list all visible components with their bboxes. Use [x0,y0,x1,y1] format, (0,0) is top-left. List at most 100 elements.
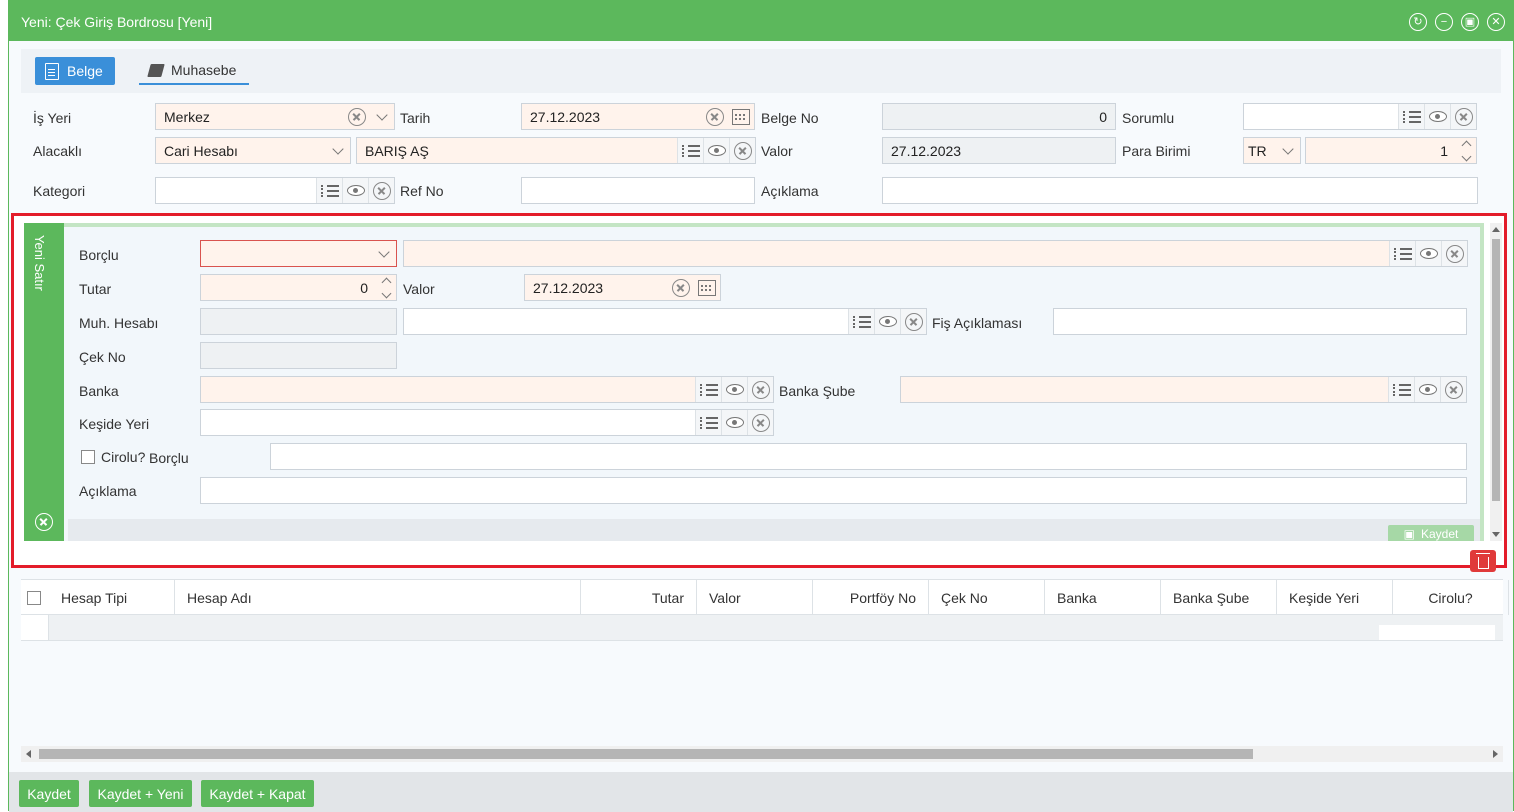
tab-bar: Belge Muhasebe [21,49,1501,93]
detail-valor-date-field[interactable]: 27.12.2023 [524,274,721,301]
valor-value: 27.12.2023 [891,142,962,159]
select-all-checkbox[interactable] [27,590,41,605]
clear-icon[interactable] [344,104,370,129]
valor-label: Valor [761,143,793,159]
clear-icon[interactable] [1441,241,1467,266]
aciklama-input[interactable] [882,177,1478,204]
banka-sube-lookup[interactable] [900,376,1467,403]
keside-yeri-lookup[interactable] [200,409,774,436]
belge-no-label: Belge No [761,110,819,126]
eye-icon[interactable] [342,178,368,203]
eye-icon[interactable] [703,138,729,163]
borclu-type-select[interactable] [200,240,397,267]
muh-hesabi-code-field [200,308,397,335]
detail-vertical-scrollbar[interactable] [1490,223,1502,541]
clear-icon[interactable] [729,138,755,163]
col-portfoy-no[interactable]: Portföy No [813,580,929,615]
alacakli-label: Alacaklı [33,143,83,159]
detail-save-button[interactable]: ▣ Kaydet [1388,525,1474,541]
cirolu-borclu-input[interactable] [270,443,1467,470]
para-birimi-label: Para Birimi [1122,143,1191,159]
tarih-date-field[interactable]: 27.12.2023 [521,103,755,130]
para-birimi-select[interactable]: TR [1243,137,1301,164]
clear-icon[interactable] [368,178,394,203]
list-icon[interactable] [1389,241,1415,266]
is-yeri-select[interactable]: Merkez [155,103,395,130]
tutar-label: Tutar [79,281,112,297]
close-icon[interactable]: ✕ [1487,13,1505,31]
cirolu-label: Cirolu? [101,449,146,465]
new-row-side-strip: Yeni Satır [24,223,64,541]
sorumlu-label: Sorumlu [1122,110,1175,126]
eye-icon[interactable] [721,410,747,435]
window-title: Yeni: Çek Giriş Bordrosu [Yeni] [21,14,213,30]
refresh-icon[interactable]: ↻ [1409,13,1427,31]
save-icon: ▣ [1403,527,1415,541]
calendar-icon[interactable] [694,275,720,300]
alacakli-type-select[interactable]: Cari Hesabı [155,137,351,164]
eye-icon[interactable] [1414,377,1440,402]
chevron-down-icon[interactable] [370,104,394,129]
spinner-icon[interactable] [1456,138,1476,163]
tab-muhasebe[interactable]: Muhasebe [139,57,249,85]
clear-icon[interactable] [747,377,773,402]
kategori-lookup[interactable] [155,177,395,204]
kur-stepper[interactable]: 1 [1305,137,1477,164]
close-row-icon[interactable] [35,513,53,531]
grid-horizontal-scrollbar[interactable] [21,746,1503,762]
col-keside-yeri[interactable]: Keşide Yeri [1277,580,1393,615]
cirolu-checkbox[interactable] [81,450,95,464]
tab-belge[interactable]: Belge [35,57,115,85]
col-cek-no[interactable]: Çek No [929,580,1045,615]
calendar-icon[interactable] [728,104,754,129]
save-button[interactable]: Kaydet [19,780,79,807]
chevron-down-icon[interactable] [1276,138,1300,163]
list-icon[interactable] [1398,104,1424,129]
list-icon[interactable] [848,309,874,334]
fis-aciklamasi-input[interactable] [1053,308,1467,335]
eye-icon[interactable] [1424,104,1450,129]
list-icon[interactable] [316,178,342,203]
list-icon[interactable] [695,410,721,435]
cirolu-filter-cell[interactable] [1379,625,1495,640]
detail-aciklama-input[interactable] [200,477,1467,504]
clear-icon[interactable] [702,104,728,129]
list-icon[interactable] [695,377,721,402]
tarih-value: 27.12.2023 [530,108,601,125]
col-cirolu[interactable]: Cirolu? [1393,580,1509,615]
eye-icon[interactable] [721,377,747,402]
save-close-button[interactable]: Kaydet + Kapat [201,780,314,807]
clear-icon[interactable] [668,275,694,300]
clear-icon[interactable] [747,410,773,435]
col-banka[interactable]: Banka [1045,580,1161,615]
col-tutar[interactable]: Tutar [581,580,697,615]
eye-icon[interactable] [874,309,900,334]
clear-icon[interactable] [1440,377,1466,402]
spinner-icon[interactable] [376,275,396,300]
aciklama-label: Açıklama [761,183,819,199]
col-banka-sube[interactable]: Banka Şube [1161,580,1277,615]
col-hesap-adi[interactable]: Hesap Adı [175,580,581,615]
ref-no-input[interactable] [521,177,755,204]
save-new-button[interactable]: Kaydet + Yeni [89,780,192,807]
alacakli-lookup[interactable]: BARIŞ AŞ [356,137,756,164]
minimize-icon[interactable]: − [1435,13,1453,31]
valor-field: 27.12.2023 [882,137,1116,164]
col-valor[interactable]: Valor [697,580,813,615]
is-yeri-value: Merkez [164,108,210,125]
banka-lookup[interactable] [200,376,774,403]
delete-row-button[interactable] [1470,550,1496,572]
list-icon[interactable] [677,138,703,163]
muh-hesabi-lookup[interactable] [403,308,927,335]
borclu-lookup[interactable] [403,240,1468,267]
sorumlu-lookup[interactable] [1243,103,1477,130]
restore-icon[interactable]: ▣ [1461,13,1479,31]
list-icon[interactable] [1388,377,1414,402]
chevron-down-icon[interactable] [326,138,350,163]
chevron-down-icon[interactable] [372,241,396,266]
eye-icon[interactable] [1415,241,1441,266]
clear-icon[interactable] [900,309,926,334]
tutar-stepper[interactable]: 0 [200,274,397,301]
col-hesap-tipi[interactable]: Hesap Tipi [49,580,175,615]
clear-icon[interactable] [1450,104,1476,129]
